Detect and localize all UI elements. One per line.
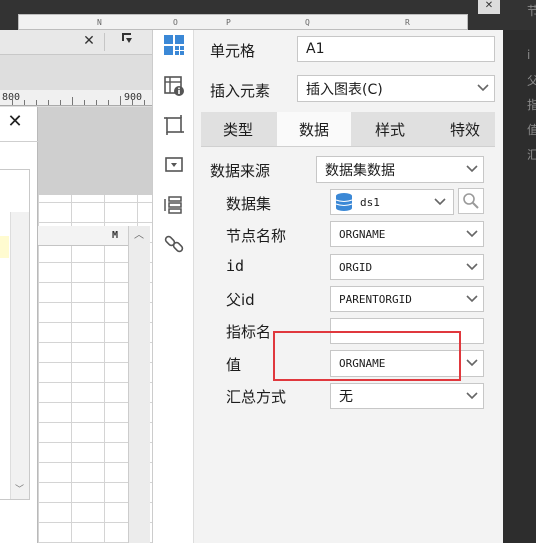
summary-method-value: 无 xyxy=(339,389,353,405)
link-icon xyxy=(164,235,184,253)
indicator-name-label: 指标名 xyxy=(226,323,272,341)
chevron-down-icon xyxy=(434,198,446,206)
chevron-down-icon xyxy=(466,263,478,271)
tab-close-button[interactable]: ✕ xyxy=(80,31,98,51)
dataset-label: 数据集 xyxy=(226,195,272,213)
grid-scrollbar[interactable] xyxy=(128,226,150,543)
parent-id-dropdown[interactable] xyxy=(461,288,483,310)
node-name-value: ORGNAME xyxy=(339,227,386,241)
insert-element-dropdown[interactable] xyxy=(472,77,494,99)
column-header-r: R xyxy=(405,18,410,27)
search-icon xyxy=(463,193,479,209)
tab-type[interactable]: 类型 xyxy=(201,112,275,146)
dialog-list-selected-row[interactable] xyxy=(0,236,9,258)
id-value: ORGID xyxy=(339,260,373,274)
dialog-scroll-down-button[interactable]: ﹀ xyxy=(10,482,29,498)
grid-scroll-up-button[interactable]: ︿ xyxy=(128,226,150,246)
chevron-down-icon xyxy=(466,392,478,400)
ruler-label-900: 900 xyxy=(124,92,143,103)
insert-element-value: 插入图表(C) xyxy=(306,81,383,98)
node-name-label: 节点名称 xyxy=(226,227,287,245)
column-header-strip: N O P Q R xyxy=(18,14,468,30)
background-text: 父 xyxy=(527,74,536,88)
column-header-o: O xyxy=(173,18,178,27)
cell-attribute-tab[interactable] xyxy=(161,73,187,99)
data-source-label: 数据来源 xyxy=(210,162,271,180)
crop-icon xyxy=(164,115,184,135)
top-close-button[interactable]: ✕ xyxy=(478,0,500,14)
data-source-value: 数据集数据 xyxy=(325,162,395,179)
highlight-annotation-box xyxy=(273,331,461,381)
chevron-down-icon xyxy=(466,230,478,238)
tab-data[interactable]: 数据 xyxy=(277,112,351,146)
data-source-select[interactable]: 数据集数据 xyxy=(316,156,484,183)
background-text: 汇 xyxy=(527,148,536,162)
id-label: id xyxy=(226,257,245,275)
tabs-underline xyxy=(201,146,495,147)
cell-element-tab[interactable] xyxy=(161,32,187,58)
background-text: 指 xyxy=(527,98,536,112)
hyperlink-tab[interactable] xyxy=(161,231,187,257)
parent-id-value: PARENTORGID xyxy=(339,292,412,306)
node-name-dropdown[interactable] xyxy=(461,223,483,245)
chevron-down-icon xyxy=(466,165,478,173)
database-icon xyxy=(335,193,353,211)
cell-name-field[interactable]: A1 xyxy=(297,36,495,62)
cell-label: 单元格 xyxy=(210,42,256,60)
data-source-dropdown[interactable] xyxy=(461,158,483,180)
dataset-value: ds1 xyxy=(360,195,380,209)
column-header-p: P xyxy=(226,18,231,27)
background-text: 节 xyxy=(527,4,536,18)
ruler: 800 900 xyxy=(0,90,152,106)
background-text: 值 xyxy=(527,123,536,137)
dialog-divider xyxy=(0,141,38,142)
tab-divider xyxy=(104,33,105,51)
widget-tab[interactable] xyxy=(161,152,187,178)
value-label: 值 xyxy=(226,356,242,374)
dialog-scrollbar[interactable] xyxy=(10,212,29,499)
chevron-down-icon xyxy=(466,359,478,367)
stack-icon xyxy=(164,196,182,214)
cell-info-icon xyxy=(164,76,184,96)
tab-style[interactable]: 样式 xyxy=(353,112,427,146)
canvas-margin xyxy=(38,107,152,195)
tab-effects[interactable]: 特效 xyxy=(428,112,502,146)
column-m-label: M xyxy=(112,230,119,241)
property-icon-strip xyxy=(152,30,194,543)
id-dropdown[interactable] xyxy=(461,256,483,278)
dataset-dropdown[interactable] xyxy=(429,191,451,213)
dropdown-widget-icon xyxy=(165,157,183,172)
dataset-search-button[interactable] xyxy=(458,188,484,214)
layout-icon xyxy=(164,35,184,55)
summary-method-label: 汇总方式 xyxy=(226,388,287,406)
background-text: i xyxy=(527,48,531,62)
column-header-n: N xyxy=(97,18,102,27)
summary-method-dropdown[interactable] xyxy=(461,385,483,407)
tab-dropdown-button[interactable] xyxy=(117,31,137,51)
cell-style-tab[interactable] xyxy=(161,112,187,138)
value-dropdown[interactable] xyxy=(461,352,483,374)
dialog-close-button[interactable]: ✕ xyxy=(2,111,28,135)
dock-arrow-icon xyxy=(122,33,132,43)
condition-tab[interactable] xyxy=(161,192,187,218)
column-header-q: Q xyxy=(305,18,310,27)
parent-id-label: 父id xyxy=(226,291,255,309)
insert-element-label: 插入元素 xyxy=(210,82,271,100)
insert-element-select[interactable]: 插入图表(C) xyxy=(297,75,495,102)
chevron-down-icon xyxy=(466,295,478,303)
chevron-down-icon xyxy=(477,84,489,92)
